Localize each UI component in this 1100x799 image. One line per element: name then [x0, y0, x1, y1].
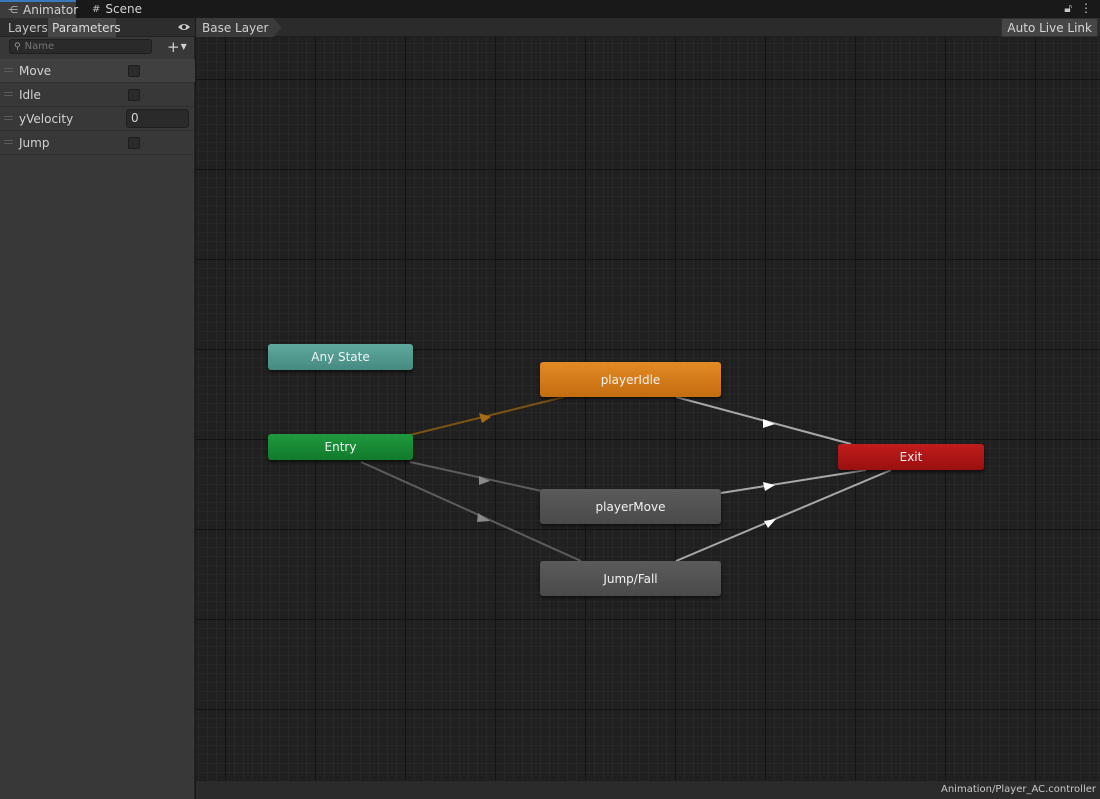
more-options-icon[interactable]: ⋮: [1080, 1, 1092, 16]
search-input[interactable]: [24, 41, 135, 52]
parameter-name: yVelocity: [19, 111, 74, 126]
eye-icon[interactable]: [177, 20, 191, 34]
state-player-idle[interactable]: playerIdle: [540, 362, 721, 397]
tab-animator-label: Animator: [23, 3, 79, 17]
controller-path: Animation/Player_AC.controller: [941, 784, 1096, 795]
scene-grid-icon: #: [92, 3, 101, 15]
lock-icon[interactable]: 🔓︎: [1064, 1, 1072, 16]
window-buttons: 🔓︎ ⋮: [1064, 1, 1092, 16]
transitions-layer: [360, 396, 892, 562]
transition-arrow-icon: [763, 419, 775, 428]
drag-handle-icon[interactable]: [4, 68, 13, 72]
transition-arrow-icon: [764, 519, 776, 528]
animator-icon: ⋲: [8, 4, 18, 16]
drag-handle-icon[interactable]: [4, 116, 13, 120]
parameter-name: Move: [19, 63, 52, 78]
search-box[interactable]: ⚲: [9, 39, 152, 54]
panel-tabs: Layers Parameters: [0, 18, 195, 37]
parameter-name: Idle: [19, 87, 41, 102]
tab-animator[interactable]: ⋲ Animator: [0, 0, 79, 18]
status-bar: Animation/Player_AC.controller: [196, 780, 1100, 799]
search-row: ⚲ + ▼: [0, 37, 195, 59]
tab-parameters[interactable]: Parameters: [48, 18, 121, 37]
drag-handle-icon[interactable]: [4, 92, 13, 96]
parameter-row-yvelocity[interactable]: yVelocity 0: [0, 107, 195, 131]
auto-live-link-button[interactable]: Auto Live Link: [1001, 18, 1098, 37]
parameter-checkbox-move[interactable]: [128, 64, 140, 77]
state-player-move[interactable]: playerMove: [540, 489, 721, 524]
transition-entry-move[interactable]: [409, 461, 547, 493]
drag-handle-icon[interactable]: [4, 140, 13, 144]
state-entry[interactable]: Entry: [268, 434, 413, 460]
add-parameter-button[interactable]: + ▼: [167, 37, 193, 56]
plus-icon: +: [167, 37, 180, 56]
search-icon: ⚲: [14, 41, 21, 52]
state-any-state[interactable]: Any State: [268, 344, 413, 370]
parameter-row-idle[interactable]: Idle: [0, 83, 195, 107]
tab-layers[interactable]: Layers: [4, 18, 52, 37]
tab-scene[interactable]: # Scene: [84, 0, 150, 18]
state-exit[interactable]: Exit: [838, 444, 984, 470]
transition-arrow-icon: [477, 513, 490, 522]
parameter-row-jump[interactable]: Jump: [0, 131, 195, 155]
breadcrumb-bar: Base Layer Auto Live Link: [196, 18, 1100, 37]
state-jump-fall[interactable]: Jump/Fall: [540, 561, 721, 596]
breadcrumb[interactable]: Base Layer: [196, 18, 282, 37]
transition-arrow-icon: [479, 476, 490, 485]
parameter-name: Jump: [19, 135, 50, 150]
chevron-down-icon: ▼: [180, 42, 187, 51]
parameter-list: Move Idle yVelocity 0 Jump: [0, 59, 195, 155]
parameter-row-move[interactable]: Move: [0, 59, 195, 83]
transition-arrow-icon: [763, 482, 775, 491]
tab-scene-label: Scene: [105, 2, 142, 16]
parameter-checkbox-idle[interactable]: [128, 88, 140, 101]
parameter-checkbox-jump[interactable]: [128, 136, 140, 149]
state-machine-graph[interactable]: [196, 37, 1100, 780]
window-tab-bar: ⋲ Animator # Scene 🔓︎ ⋮: [0, 0, 1100, 18]
parameter-value-field[interactable]: 0: [126, 109, 189, 128]
left-panel: Layers Parameters ⚲ + ▼ Move Idle y: [0, 18, 195, 799]
